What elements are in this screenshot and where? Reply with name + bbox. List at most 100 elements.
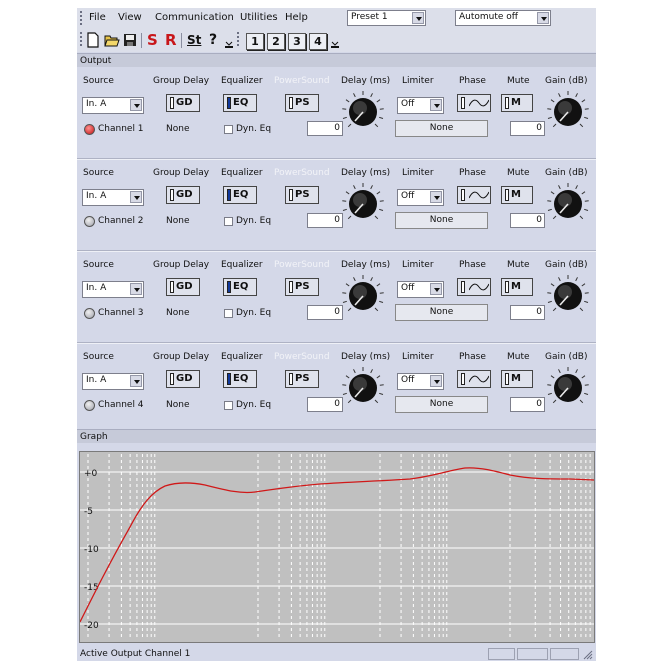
- gain-knob[interactable]: [544, 180, 592, 228]
- gain-knob[interactable]: [544, 272, 592, 320]
- channel-led-indicator[interactable]: [84, 216, 95, 227]
- powersound-toggle[interactable]: PS: [285, 370, 319, 388]
- source-select[interactable]: In. A: [82, 373, 144, 390]
- channel-led-indicator[interactable]: [84, 308, 95, 319]
- channel-4-button[interactable]: 4: [309, 33, 327, 50]
- toggle-indicator: [227, 373, 231, 385]
- channel-2-button[interactable]: 2: [267, 33, 285, 50]
- dyn-eq-checkbox[interactable]: [224, 217, 233, 226]
- gain-input[interactable]: 0: [510, 305, 545, 320]
- equalizer-toggle[interactable]: EQ: [223, 278, 257, 296]
- chevron-down-icon: [130, 191, 142, 203]
- group-delay-toggle[interactable]: GD: [166, 370, 200, 388]
- group-delay-toggle[interactable]: GD: [166, 94, 200, 112]
- phase-toggle[interactable]: [457, 94, 491, 112]
- dyn-eq-checkbox[interactable]: [224, 401, 233, 410]
- limiter-select[interactable]: Off: [397, 189, 444, 206]
- phase-toggle[interactable]: [457, 278, 491, 296]
- mute-toggle[interactable]: M: [501, 370, 533, 388]
- powersound-toggle[interactable]: PS: [285, 94, 319, 112]
- send-button[interactable]: S: [147, 32, 158, 48]
- source-select[interactable]: In. A: [82, 97, 144, 114]
- phase-toggle[interactable]: [457, 186, 491, 204]
- chevron-down-icon: [412, 12, 424, 24]
- source-select[interactable]: In. A: [82, 189, 144, 206]
- toolbar-grip[interactable]: [80, 32, 82, 48]
- group-delay-toggle[interactable]: GD: [166, 186, 200, 204]
- toggle-indicator: [505, 189, 509, 201]
- delay-knob[interactable]: [339, 88, 387, 136]
- powersound-toggle[interactable]: PS: [285, 278, 319, 296]
- preset-select[interactable]: Preset 1: [347, 10, 426, 26]
- dyn-eq-label: Dyn. Eq: [236, 216, 272, 226]
- equalizer-toggle[interactable]: EQ: [223, 370, 257, 388]
- limiter-preset-button[interactable]: None: [395, 304, 488, 321]
- group-delay-toggle[interactable]: GD: [166, 278, 200, 296]
- toggle-indicator: [461, 97, 465, 109]
- limiter-value: Off: [401, 191, 415, 201]
- channel-1-button[interactable]: 1: [246, 33, 264, 50]
- delay-knob[interactable]: [339, 272, 387, 320]
- graph-y-tick-label: -10: [84, 545, 99, 555]
- help-button[interactable]: ?: [209, 32, 217, 48]
- dyn-eq-checkbox[interactable]: [224, 309, 233, 318]
- limiter-select[interactable]: Off: [397, 281, 444, 298]
- receive-button[interactable]: R: [165, 32, 177, 48]
- open-folder-icon[interactable]: [104, 32, 120, 48]
- resize-grip-icon[interactable]: [583, 650, 593, 660]
- limiter-preset-button[interactable]: None: [395, 120, 488, 137]
- channel-3-button[interactable]: 3: [288, 33, 306, 50]
- menu-view[interactable]: View: [118, 12, 142, 23]
- dyn-eq-label: Dyn. Eq: [236, 400, 272, 410]
- toolbar-overflow-icon[interactable]: [225, 40, 233, 50]
- menu-help[interactable]: Help: [285, 12, 308, 23]
- delay-input[interactable]: 0: [307, 213, 343, 228]
- toolbar-overflow-icon[interactable]: [331, 40, 339, 50]
- new-file-icon[interactable]: [87, 32, 99, 48]
- delay-input[interactable]: 0: [307, 121, 343, 136]
- menu-communication[interactable]: Communication: [155, 12, 234, 23]
- toolbar-grip[interactable]: [237, 32, 239, 48]
- gain-input[interactable]: 0: [510, 121, 545, 136]
- phase-toggle[interactable]: [457, 370, 491, 388]
- automute-select[interactable]: Automute off: [455, 10, 551, 26]
- delay-knob[interactable]: [339, 364, 387, 412]
- limiter-select[interactable]: Off: [397, 373, 444, 390]
- settings-button[interactable]: St: [187, 32, 201, 48]
- menu-utilities[interactable]: Utilities: [240, 12, 278, 23]
- chevron-down-icon: [430, 283, 442, 295]
- toolbar-divider: [141, 33, 142, 48]
- phase-wave-icon: [469, 191, 489, 199]
- save-icon[interactable]: [123, 32, 137, 48]
- source-select[interactable]: In. A: [82, 281, 144, 298]
- channel-led-indicator[interactable]: [84, 124, 95, 135]
- equalizer-toggle[interactable]: EQ: [223, 186, 257, 204]
- channel-separator: [77, 342, 596, 344]
- limiter-preset-button[interactable]: None: [395, 396, 488, 413]
- chevron-down-icon: [430, 99, 442, 111]
- mute-toggle[interactable]: M: [501, 94, 533, 112]
- delay-knob[interactable]: [339, 180, 387, 228]
- mute-toggle[interactable]: M: [501, 186, 533, 204]
- channel-separator: [77, 158, 596, 160]
- equalizer-toggle[interactable]: EQ: [223, 94, 257, 112]
- menu-grip[interactable]: [80, 11, 82, 25]
- gain-knob[interactable]: [544, 88, 592, 136]
- toggle-indicator: [505, 373, 509, 385]
- menu-file[interactable]: File: [89, 12, 106, 23]
- mute-button-label: M: [511, 281, 521, 292]
- delay-input[interactable]: 0: [307, 305, 343, 320]
- application-window: File View Communication Utilities Help P…: [77, 8, 596, 661]
- gain-knob[interactable]: [544, 364, 592, 412]
- limiter-preset-button[interactable]: None: [395, 212, 488, 229]
- gain-input[interactable]: 0: [510, 213, 545, 228]
- dyn-eq-checkbox[interactable]: [224, 125, 233, 134]
- limiter-select[interactable]: Off: [397, 97, 444, 114]
- toggle-indicator: [505, 97, 509, 109]
- gain-input[interactable]: 0: [510, 397, 545, 412]
- mute-toggle[interactable]: M: [501, 278, 533, 296]
- powersound-toggle[interactable]: PS: [285, 186, 319, 204]
- channel-name: Channel 2: [98, 216, 144, 226]
- channel-led-indicator[interactable]: [84, 400, 95, 411]
- delay-input[interactable]: 0: [307, 397, 343, 412]
